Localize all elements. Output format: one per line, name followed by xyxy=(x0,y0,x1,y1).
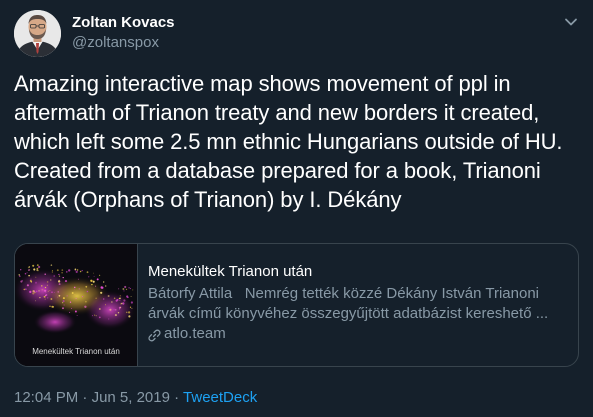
card-title: Menekültek Trianon után xyxy=(148,263,313,280)
card-domain: atlo.team xyxy=(148,324,568,344)
card-description-line-1: Bátorfy Attila Nemrég tették közzé Dékán… xyxy=(148,285,540,302)
tweet-date[interactable]: Jun 5, 2019 xyxy=(92,389,170,406)
avatar[interactable] xyxy=(14,10,61,57)
tweet-time[interactable]: 12:04 PM xyxy=(14,389,78,406)
card-domain-text: atlo.team xyxy=(164,325,226,342)
tweet-text: Amazing interactive map shows movement o… xyxy=(14,71,563,212)
link-preview-card[interactable]: Menekültek Trianon után Menekültek Trian… xyxy=(14,243,579,367)
meta-separator: · xyxy=(169,389,184,406)
author-info: Zoltan Kovacs @zoltanspox xyxy=(72,13,175,52)
meta-separator: · xyxy=(78,389,92,406)
card-thumbnail-caption: Menekültek Trianon után xyxy=(32,347,120,356)
chevron-down-icon[interactable] xyxy=(563,14,579,30)
card-description: Bátorfy Attila Nemrég tették közzé Dékán… xyxy=(148,284,568,324)
card-description-line-2: árvák című könyvéhez összegyűjtött adatb… xyxy=(148,305,549,322)
user-handle[interactable]: @zoltanspox xyxy=(72,33,175,52)
display-name[interactable]: Zoltan Kovacs xyxy=(72,13,175,32)
tweet: Zoltan Kovacs @zoltanspox Amazing intera… xyxy=(0,0,593,417)
link-icon xyxy=(148,328,161,341)
tweet-meta: 12:04 PM · Jun 5, 2019 · TweetDeck xyxy=(14,388,257,408)
card-body: Menekültek Trianon után Bátorfy Attila N… xyxy=(148,262,568,344)
avatar-image xyxy=(14,10,61,57)
card-thumbnail: Menekültek Trianon után xyxy=(15,244,138,366)
tweet-source-link[interactable]: TweetDeck xyxy=(183,389,257,406)
